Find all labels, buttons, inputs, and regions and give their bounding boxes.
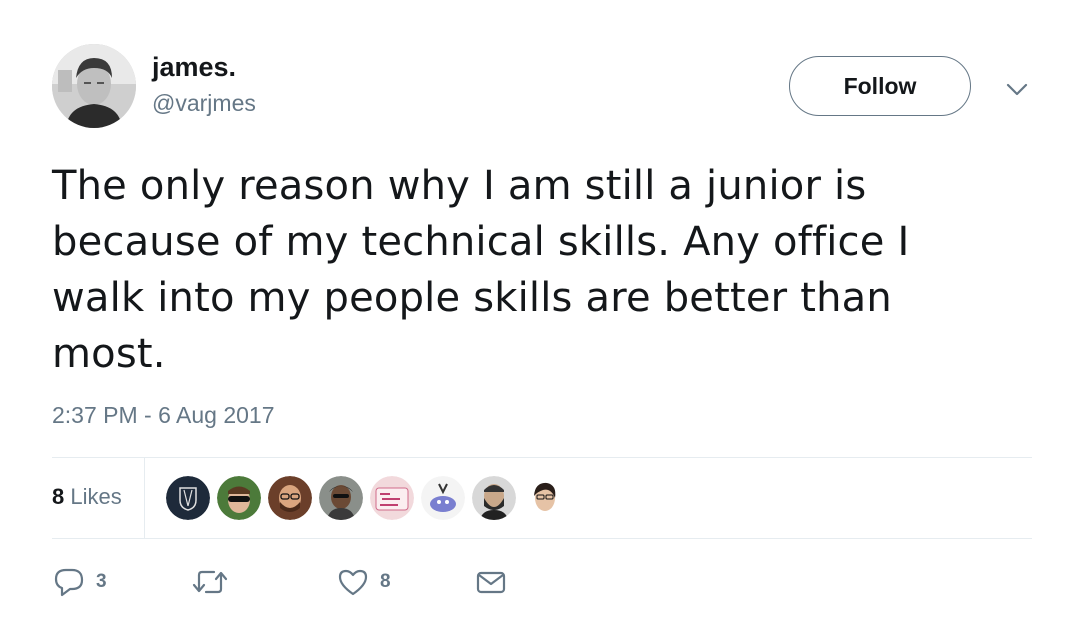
tweet-text: The only reason why I am still a junior … xyxy=(52,163,910,377)
user-display-name[interactable]: james. xyxy=(152,52,236,83)
reply-icon xyxy=(54,568,84,597)
divider-top xyxy=(52,457,1032,458)
user-avatar[interactable] xyxy=(52,44,136,128)
divider-vertical xyxy=(144,458,145,538)
liker-avatar-7[interactable] xyxy=(472,476,516,520)
avatar-image xyxy=(52,44,136,128)
tweet-card: james. @varjmes Follow The only reason w… xyxy=(0,0,1080,638)
user-handle[interactable]: @varjmes xyxy=(152,90,256,117)
reply-count: 3 xyxy=(96,571,107,592)
like-button[interactable]: 8 xyxy=(336,564,391,600)
retweet-icon xyxy=(192,570,228,594)
liker-avatar-4[interactable] xyxy=(319,476,363,520)
retweet-button[interactable] xyxy=(190,564,240,600)
tweet-timestamp[interactable]: 2:37 PM - 6 Aug 2017 xyxy=(52,402,275,429)
likes-stat[interactable]: 8 Likes xyxy=(52,484,122,510)
liker-avatar-6[interactable] xyxy=(421,476,465,520)
liker-avatar-5[interactable] xyxy=(370,476,414,520)
heart-icon xyxy=(338,569,368,596)
liker-avatar-1[interactable] xyxy=(166,476,210,520)
divider-bottom xyxy=(52,538,1032,539)
reply-button[interactable]: 3 xyxy=(52,564,107,600)
chevron-down-icon[interactable] xyxy=(1004,78,1030,100)
likes-label: Likes xyxy=(70,484,122,509)
follow-button[interactable]: Follow xyxy=(789,56,971,116)
liker-avatar-8[interactable] xyxy=(523,476,567,520)
liker-avatar-3[interactable] xyxy=(268,476,312,520)
like-count: 8 xyxy=(380,571,391,592)
likes-count: 8 xyxy=(52,484,65,509)
envelope-icon xyxy=(476,571,506,594)
direct-message-button[interactable] xyxy=(474,564,508,600)
liker-avatar-2[interactable] xyxy=(217,476,261,520)
